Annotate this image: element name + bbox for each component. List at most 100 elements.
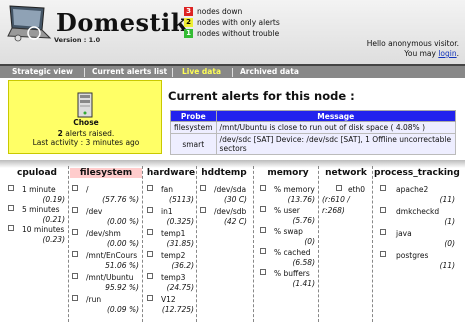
probe-item-value: (5.76) — [292, 216, 315, 225]
legend-row: 1 nodes without trouble — [184, 28, 280, 39]
probe-header-network[interactable]: network — [322, 168, 370, 178]
probe-item: /dev/sdb (42 C) — [198, 206, 250, 228]
probe-item-label: postgres — [396, 251, 429, 260]
probe-item-checkbox[interactable] — [260, 227, 266, 233]
alert-message: /dev/sdc [SAT] Device: /dev/sdc [SAT], 1… — [215, 133, 457, 155]
probe-item-checkbox[interactable] — [72, 207, 78, 213]
app-version: Version : 1.0 — [54, 36, 101, 44]
probe-item-checkbox[interactable] — [380, 207, 386, 213]
probe-item: % swap (0) — [258, 226, 318, 247]
probe-item-value: (6.58) — [292, 258, 315, 267]
column-separator — [142, 166, 143, 322]
probe-item-label: java — [396, 229, 412, 238]
nav-current-alerts[interactable]: Current alerts list — [92, 67, 167, 76]
header: Domestik Version : 1.0 3 nodes down 2 nodes… — [0, 0, 465, 64]
probe-item-checkbox[interactable] — [72, 295, 78, 301]
probe-item-value: (0.09 %) — [106, 305, 139, 314]
main-nav: Strategic view Current alerts list Live … — [0, 64, 465, 78]
legend-count-badge: 2 — [184, 18, 193, 27]
probe-item-checkbox[interactable] — [336, 185, 342, 191]
page: Domestik Version : 1.0 3 nodes down 2 nodes… — [0, 0, 465, 322]
probe-item: postgres (11) — [374, 250, 458, 272]
probe-item-checkbox[interactable] — [380, 185, 386, 191]
column-separator — [318, 166, 319, 322]
probe-item-checkbox[interactable] — [147, 207, 153, 213]
probe-item: eth0 (r:610 / r:268) — [322, 184, 370, 215]
probe-item-checkbox[interactable] — [260, 269, 266, 275]
probe-column-filesystem: filesystem / (57.76 %)/dev (0.00 %)/dev/shm… — [70, 166, 142, 322]
node-alerts: 2 alerts raised. — [9, 129, 163, 138]
probe-item-value: (0) — [304, 237, 315, 246]
probe-column-memory: memory% memory (13.76)% user (5.76)% swap(… — [258, 166, 318, 322]
alert-probe: smart — [170, 133, 217, 155]
probe-item-checkbox[interactable] — [260, 185, 266, 191]
probe-item-checkbox[interactable] — [8, 205, 14, 211]
probe-item-value: (1) — [444, 217, 455, 226]
probe-item-checkbox[interactable] — [72, 185, 78, 191]
alert-probe: filesystem — [170, 121, 217, 134]
legend-label: nodes with only alerts — [197, 18, 280, 27]
probe-header-cpuload[interactable]: cpuload — [6, 168, 68, 178]
probe-header-hardware[interactable]: hardware — [145, 168, 197, 178]
status-legend: 3 nodes down 2 nodes with only alerts 1 nodes… — [184, 6, 280, 39]
probe-item-checkbox[interactable] — [260, 248, 266, 254]
probe-item-checkbox[interactable] — [380, 229, 386, 235]
probe-header-process_tracking[interactable]: process_tracking — [374, 168, 460, 178]
greeting-text: Hello anonymous visitor. — [366, 39, 459, 48]
nav-live-data[interactable]: Live data — [182, 67, 221, 76]
probe-item-checkbox[interactable] — [8, 225, 14, 231]
probe-item-value: (42 C) — [223, 217, 247, 226]
probe-item: fan (5113) — [145, 184, 197, 206]
probe-item-value: (24.75) — [166, 283, 194, 292]
alerts-table: Probe Message filesystem /mnt/Ubuntu is … — [170, 110, 457, 155]
nav-archived-data[interactable]: Archived data — [240, 67, 299, 76]
probe-column-cpuload: cpuload 1 minute (0.19) 5 minutes (0.21) 10 m… — [6, 166, 68, 322]
probe-item-value: (11) — [439, 261, 455, 270]
probe-item-checkbox[interactable] — [200, 207, 206, 213]
probe-item-checkbox[interactable] — [8, 185, 14, 191]
probe-item-value: (0.00 %) — [106, 217, 139, 226]
probe-item-value: (1.41) — [292, 279, 315, 288]
probe-item-checkbox[interactable] — [200, 185, 206, 191]
probe-header-memory[interactable]: memory — [258, 168, 318, 178]
node-summary[interactable]: Chose 2 alerts raised. Last activity : 3… — [8, 80, 162, 154]
probe-item-value: (11) — [439, 195, 455, 204]
probe-header-hddtemp[interactable]: hddtemp — [198, 168, 250, 178]
node-last-activity: Last activity : 3 minutes ago — [32, 138, 140, 147]
probe-item: temp3 (24.75) — [145, 272, 197, 294]
probe-item-value: (57.76 %) — [102, 195, 139, 204]
probe-column-header: Probe — [170, 110, 217, 122]
laptop-logo-icon — [7, 5, 52, 42]
probe-item: java (0) — [374, 228, 458, 250]
probe-item-label: / — [86, 185, 89, 194]
probe-item-checkbox[interactable] — [72, 251, 78, 257]
probe-item: temp2 (36.2) — [145, 250, 197, 272]
probe-item-value: (0) — [444, 239, 455, 248]
login-link[interactable]: login — [438, 49, 456, 58]
probe-item: dmkcheckd (1) — [374, 206, 458, 228]
probe-item-label: % swap — [274, 227, 303, 236]
probe-item: /dev/shm (0.00 %) — [70, 228, 142, 250]
probe-item: apache2 (11) — [374, 184, 458, 206]
probe-column-process_tracking: process_tracking apache2 (11) dmkcheckd (1) j… — [374, 166, 460, 322]
probe-header-filesystem[interactable]: filesystem — [70, 168, 142, 178]
probe-item-checkbox[interactable] — [147, 273, 153, 279]
nav-strategic-view[interactable]: Strategic view — [12, 67, 73, 76]
probe-item-checkbox[interactable] — [72, 273, 78, 279]
alert-row: smart /dev/sdc [SAT] Device: /dev/sdc [S… — [170, 133, 457, 155]
probe-item: 1 minute (0.19) — [6, 184, 68, 204]
column-separator — [372, 166, 373, 322]
probe-item-checkbox[interactable] — [147, 295, 153, 301]
probe-item: temp1 (31.85) — [145, 228, 197, 250]
probe-item-checkbox[interactable] — [72, 229, 78, 235]
probe-item-checkbox[interactable] — [380, 251, 386, 257]
probe-item-checkbox[interactable] — [147, 229, 153, 235]
probe-item-checkbox[interactable] — [147, 185, 153, 191]
probe-item-checkbox[interactable] — [260, 206, 266, 212]
probe-item-value: (0.00 %) — [106, 239, 139, 248]
alert-row: filesystem /mnt/Ubuntu is close to run o… — [170, 121, 457, 134]
probe-item-value: (13.76) — [287, 195, 315, 204]
probe-item-value: (30 C) — [223, 195, 247, 204]
probe-item-checkbox[interactable] — [147, 251, 153, 257]
message-column-header: Message — [215, 110, 457, 122]
